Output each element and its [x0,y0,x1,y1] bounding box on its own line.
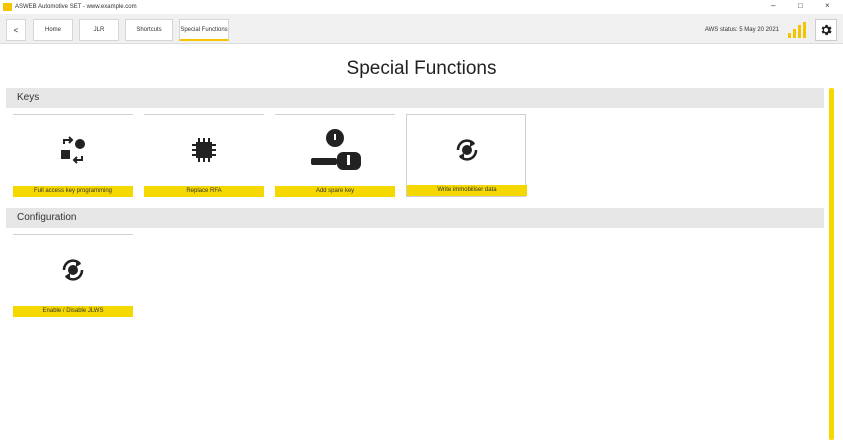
tile-write-immobiliser-data[interactable]: Write immobiliser data [406,114,527,197]
tile-full-access-key-programming[interactable]: Full access key programming [13,114,133,197]
title-bar: ASWEB Automotive SET - www.example.com –… [0,0,843,14]
app-icon [3,3,12,11]
tab-home[interactable]: Home [33,19,73,41]
page-title: Special Functions [346,58,497,79]
minimize-button[interactable]: – [771,1,775,10]
refresh-chip-icon [13,235,133,305]
section-header-keys: Keys [6,88,824,108]
toolbar: < Home JLR Shortcuts Special Functions A… [0,14,843,44]
back-button[interactable]: < [6,19,26,41]
tab-shortcuts-label: Shortcuts [136,27,162,33]
tab-home-label: Home [44,27,61,33]
key-swap-icon [13,115,133,185]
tab-shortcuts[interactable]: Shortcuts [125,19,173,41]
gear-icon [821,24,832,36]
back-arrow-icon: < [13,25,19,35]
settings-button[interactable] [815,19,837,41]
tile-replace-rfa[interactable]: Replace RFA [144,114,264,197]
tab-jlr[interactable]: JLR [79,19,119,41]
tab-jlr-label: JLR [93,27,105,33]
chip-icon [144,115,264,185]
tile-add-spare-key[interactable]: Add spare key [275,114,395,197]
tile-label: Replace RFA [144,186,264,197]
signal-bars-icon [788,22,808,38]
close-button[interactable]: × [825,1,830,10]
status-text: AWS status: 5 May 20 2021 [704,27,779,33]
tile-label: Enable / Disable JLWS [13,306,133,317]
tile-label: Full access key programming [13,186,133,197]
window-title: ASWEB Automotive SET - www.example.com [15,4,137,10]
section-header-configuration: Configuration [6,208,824,228]
tab-special-functions-label: Special Functions [180,26,228,33]
maximize-button[interactable]: □ [798,1,803,10]
tile-enable-disable-jlws[interactable]: Enable / Disable JLWS [13,234,133,317]
tab-special-functions[interactable]: Special Functions [179,19,229,41]
vertical-scrollbar[interactable] [829,88,834,440]
tile-label: Add spare key [275,186,395,197]
refresh-chip-icon [407,115,527,185]
key-person-icon [275,115,395,185]
tile-label: Write immobiliser data [407,185,527,196]
